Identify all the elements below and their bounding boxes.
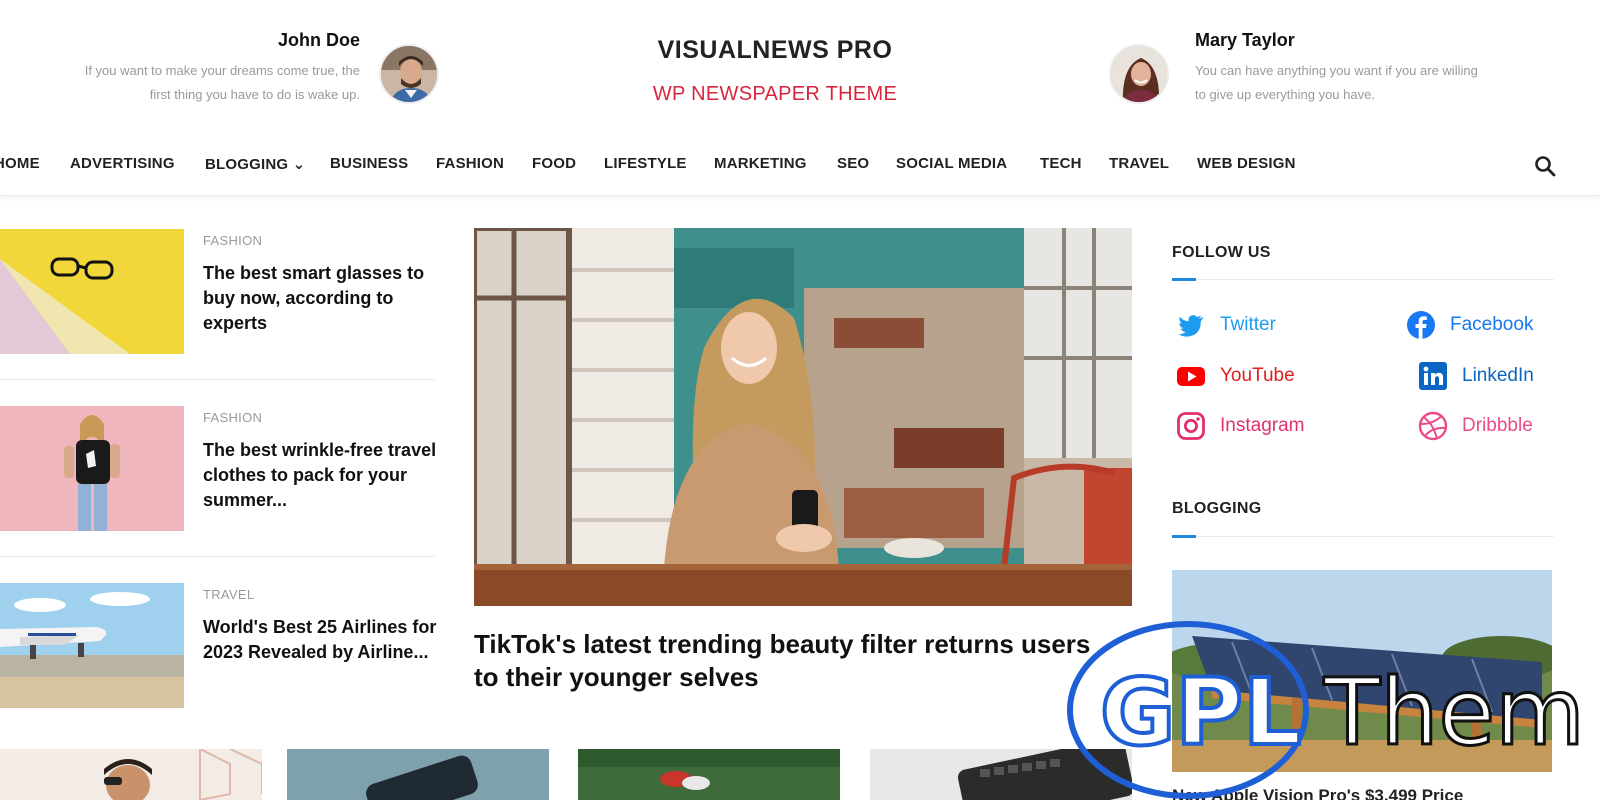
dribbble-icon [1418, 411, 1448, 441]
post-thumbnail[interactable] [287, 749, 549, 800]
nav-item-fashion[interactable]: FASHION [436, 155, 504, 172]
linkedin-icon [1418, 361, 1448, 391]
post-headline[interactable]: World's Best 25 Airlines for 2023 Reveal… [203, 615, 438, 665]
post-card[interactable]: FASHION The best smart glasses to buy no… [0, 229, 440, 357]
post-thumbnail[interactable] [0, 229, 184, 354]
featured-image[interactable] [474, 228, 1132, 606]
post-thumbnail[interactable] [0, 583, 184, 708]
avatar[interactable] [1109, 44, 1169, 104]
site-branding[interactable]: VISUALNEWS PRO WP NEWSPAPER THEME [600, 36, 950, 106]
post-thumbnail[interactable] [578, 749, 840, 800]
social-link-facebook[interactable]: Facebook [1406, 308, 1533, 342]
author-name[interactable]: Mary Taylor [1195, 30, 1575, 51]
quote-line: You can have anything you want if you ar… [1195, 63, 1478, 78]
main-navigation: HOME ADVERTISING BLOGGING ⌄ BUSINESS FAS… [0, 140, 1600, 196]
post-category[interactable]: FASHION [203, 410, 262, 425]
quote-line: to give up everything you have. [1195, 87, 1375, 102]
author-mary-taylor[interactable]: Mary Taylor You can have anything you wa… [1195, 30, 1575, 107]
divider [0, 379, 436, 380]
social-link-instagram[interactable]: Instagram [1176, 409, 1304, 443]
widget-divider [1172, 279, 1554, 280]
author-john-doe[interactable]: John Doe If you want to make your dreams… [0, 30, 360, 107]
twitter-icon [1176, 310, 1206, 340]
widget-divider [1172, 536, 1554, 537]
nav-item-blogging[interactable]: BLOGGING ⌄ [205, 155, 305, 173]
blog-post-headline[interactable]: New Apple Vision Pro's $3,499 Price [1172, 786, 1552, 800]
social-label[interactable]: Instagram [1220, 415, 1304, 437]
nav-item-travel[interactable]: TRAVEL [1109, 155, 1169, 172]
social-link-twitter[interactable]: Twitter [1176, 308, 1276, 342]
social-label[interactable]: Twitter [1220, 314, 1276, 336]
post-headline[interactable]: The best wrinkle-free travel clothes to … [203, 438, 438, 513]
post-headline[interactable]: The best smart glasses to buy now, accor… [203, 261, 438, 336]
nav-item-marketing[interactable]: MARKETING [714, 155, 807, 172]
author-quote: You can have anything you want if you ar… [1195, 59, 1575, 107]
social-link-youtube[interactable]: YouTube [1176, 359, 1295, 393]
post-thumbnail[interactable] [0, 406, 184, 531]
social-link-dribbble[interactable]: Dribbble [1418, 409, 1533, 443]
widget-accent [1172, 535, 1196, 538]
nav-item-web-design[interactable]: WEB DESIGN [1197, 155, 1296, 172]
youtube-icon [1176, 361, 1206, 391]
search-icon[interactable] [1533, 154, 1557, 178]
post-card[interactable]: TRAVEL World's Best 25 Airlines for 2023… [0, 583, 440, 711]
quote-line: first thing you have to do is wake up. [149, 87, 360, 102]
author-quote: If you want to make your dreams come tru… [0, 59, 360, 107]
nav-item-seo[interactable]: SEO [837, 155, 869, 172]
author-name[interactable]: John Doe [0, 30, 360, 51]
nav-item-social-media[interactable]: SOCIAL MEDIA [896, 155, 1007, 172]
site-tagline: WP NEWSPAPER THEME [652, 83, 898, 105]
instagram-icon [1176, 411, 1206, 441]
nav-item-food[interactable]: FOOD [532, 155, 576, 172]
site-header: John Doe If you want to make your dreams… [0, 0, 1600, 140]
social-label[interactable]: Dribbble [1462, 415, 1533, 437]
nav-item-tech[interactable]: TECH [1040, 155, 1082, 172]
post-thumbnail[interactable] [870, 749, 1132, 800]
post-category[interactable]: TRAVEL [203, 587, 254, 602]
widget-title-follow-us: FOLLOW US [1172, 244, 1271, 261]
social-label[interactable]: Facebook [1450, 314, 1533, 336]
post-thumbnail[interactable] [1172, 570, 1552, 772]
nav-item-lifestyle[interactable]: LIFESTYLE [604, 155, 687, 172]
avatar[interactable] [379, 44, 439, 104]
nav-item-advertising[interactable]: ADVERTISING [70, 155, 175, 172]
site-title[interactable]: VISUALNEWS PRO [600, 36, 950, 65]
social-link-linkedin[interactable]: LinkedIn [1418, 359, 1534, 393]
post-card[interactable]: FASHION The best wrinkle-free travel clo… [0, 406, 440, 534]
divider [0, 556, 436, 557]
post-thumbnail[interactable] [0, 749, 262, 800]
widget-accent [1172, 278, 1196, 281]
nav-item-business[interactable]: BUSINESS [330, 155, 408, 172]
nav-item-home[interactable]: HOME [0, 155, 40, 172]
quote-line: If you want to make your dreams come tru… [84, 63, 360, 78]
featured-headline[interactable]: TikTok's latest trending beauty filter r… [474, 628, 1114, 694]
widget-title-blogging: BLOGGING [1172, 500, 1262, 517]
social-label[interactable]: LinkedIn [1462, 365, 1534, 387]
post-category[interactable]: FASHION [203, 233, 262, 248]
facebook-icon [1406, 310, 1436, 340]
social-label[interactable]: YouTube [1220, 365, 1295, 387]
